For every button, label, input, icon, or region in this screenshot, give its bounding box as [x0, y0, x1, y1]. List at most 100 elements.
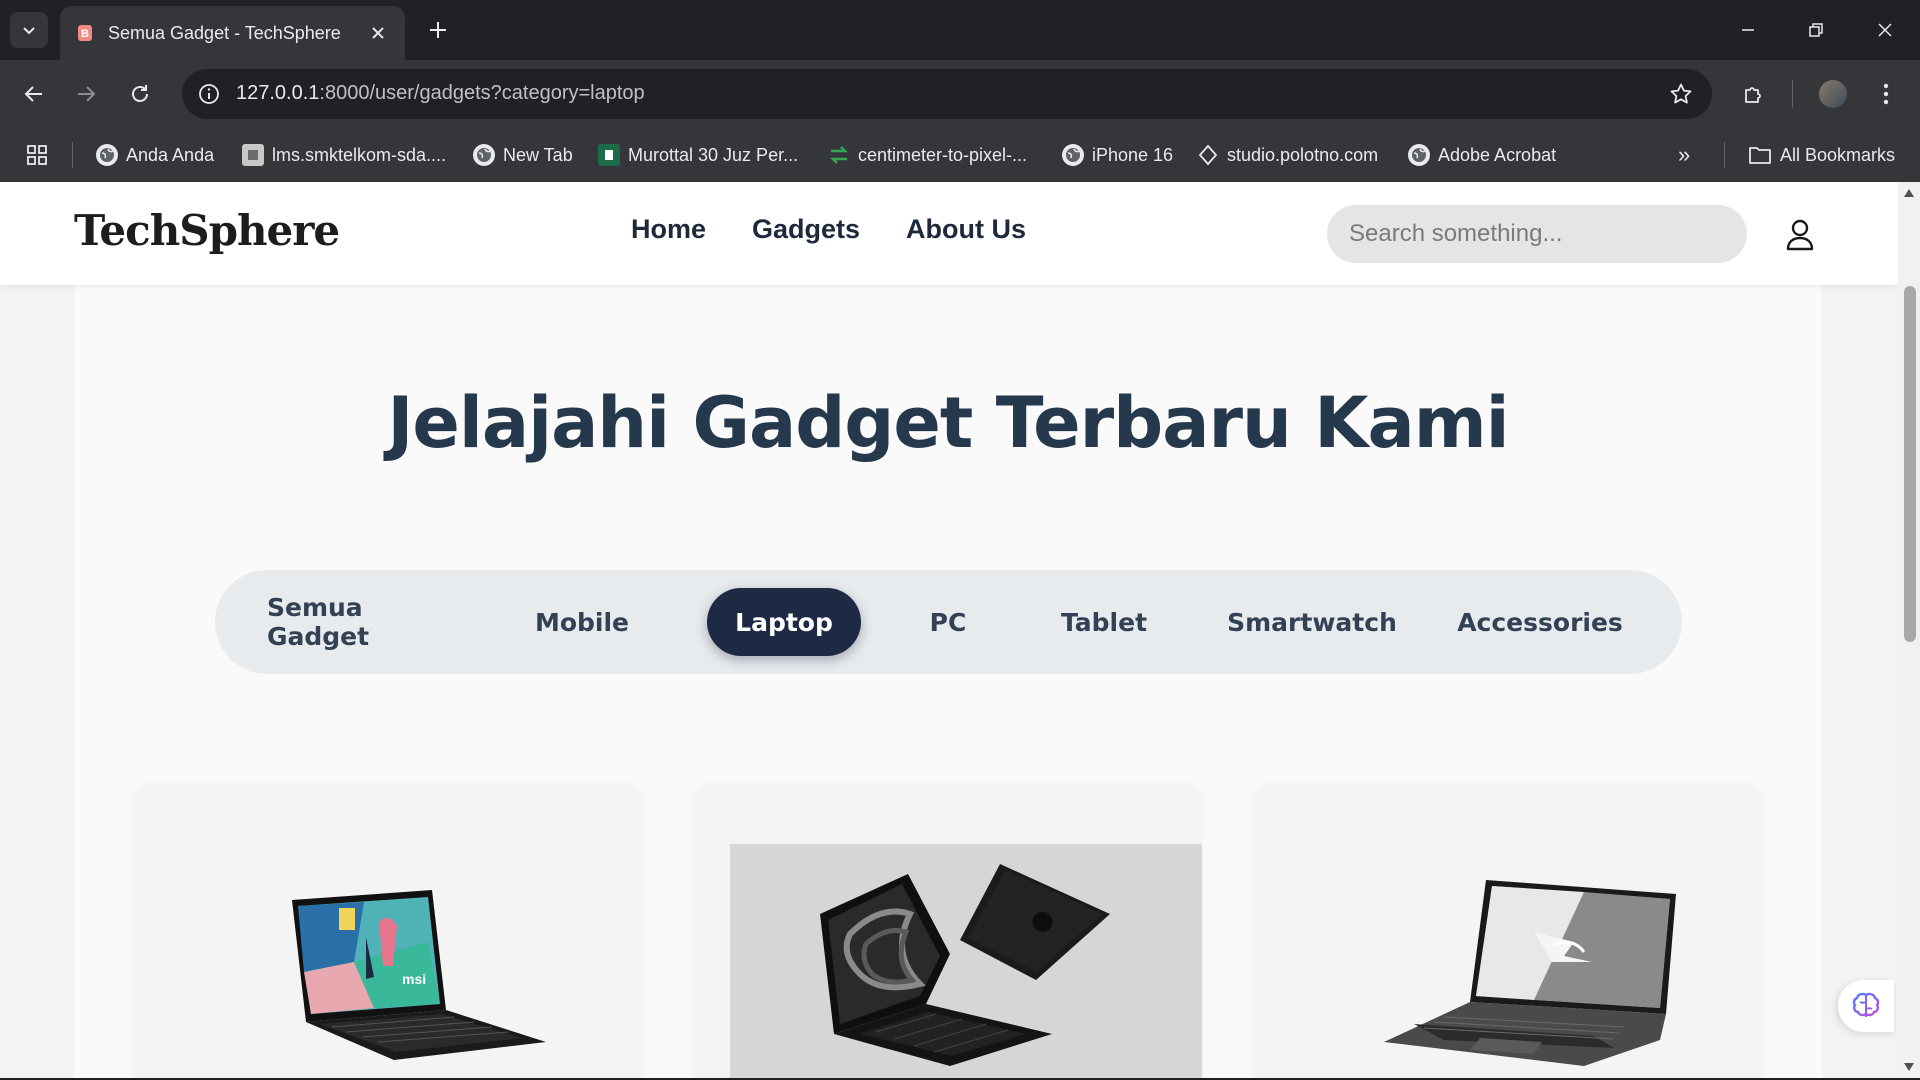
- bookmark-item[interactable]: studio.polotno.com: [1197, 140, 1378, 170]
- user-icon: [1786, 219, 1814, 251]
- new-tab-button[interactable]: [424, 16, 452, 44]
- tab-title: Semua Gadget - TechSphere: [108, 22, 341, 43]
- content-panel: Jelajahi Gadget Terbaru Kami Semua Gadge…: [74, 262, 1822, 1078]
- bookmark-label: Anda Anda: [126, 144, 215, 165]
- close-window-button[interactable]: [1862, 12, 1908, 48]
- bookmark-label: centimeter-to-pixel-...: [858, 144, 1028, 165]
- category-pc[interactable]: PC: [915, 588, 981, 656]
- category-laptop[interactable]: Laptop: [707, 588, 861, 656]
- browser-menu-button[interactable]: [1868, 76, 1904, 112]
- tab-search-button[interactable]: [10, 12, 48, 48]
- folder-icon: [1749, 147, 1771, 164]
- user-account-button[interactable]: [1782, 215, 1818, 255]
- page-title: Jelajahi Gadget Terbaru Kami: [387, 382, 1509, 464]
- bookmark-label: Murottal 30 Juz Per...: [628, 144, 799, 165]
- globe-icon: [96, 144, 118, 166]
- nav-link-home[interactable]: Home: [631, 214, 706, 245]
- globe-icon: [1062, 144, 1084, 166]
- bookmarks-bar: Anda Anda lms.smktelkom-sda.... New Tab …: [0, 128, 1920, 182]
- apps-grid-icon: [27, 145, 47, 165]
- svg-text:B: B: [81, 28, 89, 40]
- category-accessories[interactable]: Accessories: [1455, 588, 1625, 656]
- bookmark-item[interactable]: Anda Anda: [96, 140, 214, 170]
- restore-button[interactable]: [1793, 12, 1839, 48]
- restore-icon: [1809, 23, 1823, 37]
- minimize-button[interactable]: [1725, 12, 1771, 48]
- arrow-right-icon: [78, 86, 96, 102]
- macbook-pro-black-image: [730, 844, 1202, 1078]
- address-bar[interactable]: 127.0.0.1:8000/user/gadgets?category=lap…: [182, 69, 1712, 119]
- apps-button[interactable]: [26, 140, 48, 170]
- scroll-up-arrow-icon[interactable]: [1902, 186, 1916, 200]
- category-tablet[interactable]: Tablet: [1049, 588, 1159, 656]
- tab-favicon-icon: B: [76, 24, 94, 42]
- product-card[interactable]: msi: [134, 782, 642, 1078]
- chevron-down-icon: [23, 27, 35, 35]
- nav-link-gadgets[interactable]: Gadgets: [752, 214, 860, 245]
- page-viewport: Jelajahi Gadget Terbaru Kami Semua Gadge…: [0, 182, 1898, 1078]
- url-path: :8000/user/gadgets?category=laptop: [319, 82, 645, 104]
- svg-text:msi: msi: [402, 971, 426, 987]
- back-button[interactable]: [16, 76, 52, 112]
- product-card[interactable]: [1254, 782, 1762, 1078]
- convert-icon: [828, 144, 850, 166]
- arrow-left-icon: [24, 86, 42, 102]
- assistant-button[interactable]: [1838, 980, 1894, 1032]
- plus-icon: [430, 22, 446, 38]
- scroll-down-arrow-icon[interactable]: [1902, 1060, 1916, 1074]
- close-icon: [1878, 23, 1892, 37]
- extensions-button[interactable]: [1736, 76, 1772, 112]
- site-logo[interactable]: TechSphere: [74, 206, 340, 255]
- bookmark-item[interactable]: lms.smktelkom-sda....: [242, 140, 446, 170]
- category-smartwatch[interactable]: Smartwatch: [1227, 588, 1397, 656]
- polotno-icon: [1197, 144, 1219, 166]
- minimize-icon: [1742, 29, 1754, 31]
- browser-toolbar: 127.0.0.1:8000/user/gadgets?category=lap…: [0, 60, 1920, 128]
- bookmark-item[interactable]: New Tab: [473, 140, 573, 170]
- browser-tab-strip: B Semua Gadget - TechSphere: [0, 0, 1920, 60]
- category-mobile[interactable]: Mobile: [529, 588, 635, 656]
- kebab-menu-icon: [1883, 83, 1889, 105]
- profile-button[interactable]: [1815, 76, 1851, 112]
- double-chevron-icon: »: [1678, 142, 1691, 167]
- book-icon: [598, 144, 620, 166]
- bookmark-divider: [1724, 142, 1725, 168]
- tab-close-icon[interactable]: [367, 22, 389, 44]
- bookmark-label: Adobe Acrobat: [1438, 144, 1557, 165]
- puzzle-icon: [1745, 87, 1761, 103]
- bookmark-item[interactable]: Adobe Acrobat: [1408, 140, 1556, 170]
- search-input[interactable]: [1327, 205, 1747, 263]
- all-bookmarks-button[interactable]: All Bookmarks: [1748, 140, 1895, 170]
- scrollbar-thumb[interactable]: [1904, 286, 1916, 642]
- bookmark-label: lms.smktelkom-sda....: [272, 144, 447, 165]
- brain-icon: [1852, 992, 1880, 1017]
- all-bookmarks-label: All Bookmarks: [1780, 144, 1896, 165]
- bookmarks-overflow-button[interactable]: »: [1678, 140, 1690, 170]
- bookmark-item[interactable]: centimeter-to-pixel-...: [828, 140, 1027, 170]
- msi-laptop-image: msi: [292, 890, 546, 1060]
- url-text: 127.0.0.1:8000/user/gadgets?category=lap…: [236, 82, 645, 105]
- site-header: TechSphere Home Gadgets About Us: [0, 182, 1898, 285]
- bookmark-star-icon[interactable]: [1668, 81, 1694, 107]
- bookmark-item[interactable]: iPhone 16: [1062, 140, 1173, 170]
- asus-rog-laptop-image: [1384, 880, 1676, 1066]
- category-semua-gadget[interactable]: Semua Gadget: [267, 588, 472, 656]
- reload-icon: [132, 85, 148, 102]
- category-filter-bar: Semua Gadget Mobile Laptop PC Tablet Sma…: [215, 570, 1682, 674]
- bookmark-label: iPhone 16: [1092, 144, 1174, 165]
- bookmark-label: New Tab: [503, 144, 573, 165]
- globe-icon: [1408, 144, 1430, 166]
- product-card[interactable]: [694, 782, 1202, 1078]
- url-host: 127.0.0.1: [236, 82, 320, 104]
- bookmark-item[interactable]: Murottal 30 Juz Per...: [598, 140, 798, 170]
- site-info-icon[interactable]: [196, 81, 222, 107]
- forward-button[interactable]: [68, 76, 104, 112]
- page-scrollbar[interactable]: [1898, 182, 1920, 1078]
- toolbar-divider: [1792, 80, 1793, 108]
- browser-tab-active[interactable]: B Semua Gadget - TechSphere: [60, 6, 405, 60]
- main-nav: Home Gadgets About Us: [631, 214, 1026, 245]
- bookmark-divider: [72, 142, 73, 168]
- reload-button[interactable]: [122, 76, 158, 112]
- avatar: [1819, 80, 1847, 108]
- nav-link-about-us[interactable]: About Us: [906, 214, 1026, 245]
